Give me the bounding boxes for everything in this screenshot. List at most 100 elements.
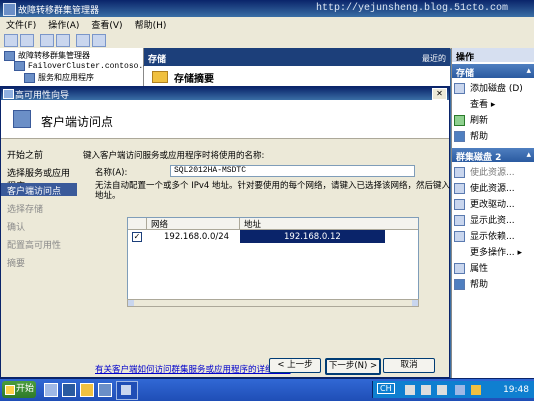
name-input[interactable]: SQL2012HA-MSDTC [170, 165, 415, 177]
add-disk-icon [454, 83, 465, 94]
menu-action[interactable]: 操作(A) [42, 17, 85, 32]
action-show-dependency[interactable]: 显示依赖... [454, 229, 515, 242]
storage-summary-title: 存储摘要 [174, 74, 214, 85]
step-configure: 配置高可用性 [7, 241, 62, 251]
actions-pane: 操作 存储 ▴ 添加磁盘 (D) 查看 ▸ 刷新 帮助 群集磁盘 2 ▴ 使此资源.… [451, 48, 534, 378]
forward-icon[interactable] [20, 34, 34, 47]
up-folder-icon[interactable] [40, 34, 54, 47]
actions-header: 操作 [452, 48, 534, 63]
cluster-icon [14, 61, 25, 71]
wizard-buttons: < 上一步 下一步(N) > 取消 [83, 358, 443, 375]
center-header-title: 存储 [148, 55, 167, 65]
center-header-recent: 最近的 [422, 54, 446, 63]
toolbar [0, 31, 534, 49]
resource-online-icon [454, 167, 465, 178]
scroll-right-icon[interactable] [412, 300, 418, 306]
menu-help[interactable]: 帮助(H) [129, 17, 173, 32]
system-tray: CH 19:48 [372, 381, 534, 398]
tree-cluster[interactable]: FailoverCluster.contoso.com [14, 61, 158, 71]
active-window-button[interactable] [116, 381, 138, 400]
view-icon [454, 99, 465, 110]
show-report-icon [454, 215, 465, 226]
language-indicator[interactable]: CH [377, 383, 395, 394]
action-resource-online[interactable]: 使此资源... [454, 165, 515, 178]
collapse-up-icon-2: ▴ [526, 150, 531, 160]
action-properties[interactable]: 属性 [454, 261, 488, 274]
next-button[interactable]: 下一步(N) > [325, 358, 381, 375]
wizard-header: 客户端访问点 [1, 100, 449, 139]
tree-services[interactable]: 服务和应用程序 [24, 72, 94, 83]
network-tray-icon[interactable] [455, 385, 465, 395]
cluster-manager-taskbar-icon[interactable] [98, 383, 112, 397]
storage-summary-header: 存储摘要 [144, 66, 450, 86]
drive-icon [454, 199, 465, 210]
menu-file[interactable]: 文件(F) [0, 17, 42, 32]
network-table: 网络 地址 ✓ 192.168.0.0/24 192.168.0.12 [127, 217, 419, 301]
wizard-page-title: 客户端访问点 [41, 115, 114, 129]
prev-button[interactable]: < 上一步 [269, 358, 321, 373]
action-help-1[interactable]: 帮助 [454, 129, 488, 142]
step-confirmation: 确认 [7, 223, 26, 233]
wizard-titlebar: 高可用性向导 ✕ [1, 87, 449, 101]
actions-storage-header[interactable]: 存储 ▴ [452, 64, 534, 79]
step-before-you-begin[interactable]: 开始之前 [1, 147, 77, 161]
tray-icon-2[interactable] [421, 385, 431, 395]
help-icon-2 [454, 279, 465, 290]
show-tree-icon[interactable] [56, 34, 70, 47]
name-label: 名称(A): [95, 168, 128, 178]
properties-toolbar-icon[interactable] [92, 34, 106, 47]
wizard-content: 键入客户端访问服务或应用程序时将使用的名称: 名称(A): SQL2012HA-… [83, 139, 450, 375]
folder-icon [152, 71, 168, 83]
tree-root[interactable]: 故障转移群集管理器 [4, 50, 90, 61]
main-window-titlebar: 故障转移群集管理器 http://yejunsheng.blog.51cto.c… [0, 0, 534, 17]
submenu-arrow-icon-2: ▸ [517, 248, 522, 258]
action-add-disk[interactable]: 添加磁盘 (D) [454, 81, 523, 94]
explorer-icon[interactable] [80, 383, 94, 397]
step-select-storage: 选择存储 [7, 205, 44, 215]
help-icon [454, 131, 465, 142]
action-help-2[interactable]: 帮助 [454, 277, 488, 290]
volume-tray-icon[interactable] [471, 385, 481, 395]
action-more[interactable]: 更多操作... ▸ [454, 245, 522, 258]
clock[interactable]: 19:48 [503, 385, 529, 395]
tree-services-label: 服务和应用程序 [38, 73, 94, 82]
step-client-access-point[interactable]: 客户端访问点 [1, 183, 77, 197]
address-cell[interactable]: 192.168.0.12 [240, 230, 385, 243]
collapse-up-icon: ▴ [526, 66, 531, 76]
properties-icon [454, 263, 465, 274]
main-window-title: 故障转移群集管理器 [18, 6, 100, 16]
help-toolbar-icon[interactable] [76, 34, 90, 47]
cluster-manager-icon [3, 3, 16, 16]
action-change-drive[interactable]: 更改驱动... [454, 197, 515, 210]
tray-icon-3[interactable] [437, 385, 447, 395]
action-resource-offline[interactable]: 使此资源... [454, 181, 515, 194]
powershell-icon[interactable] [62, 383, 76, 397]
network-note-line1: 无法自动配置一个或多个 IPv4 地址。针对要使用的每个网络，请键入已选择该网络… [95, 181, 450, 191]
resource-offline-icon [454, 183, 465, 194]
start-button[interactable]: 开始 [2, 381, 36, 398]
table-header-address[interactable]: 地址 [240, 218, 418, 230]
close-icon[interactable]: ✕ [432, 88, 447, 100]
tray-icon-1[interactable] [405, 385, 415, 395]
network-checkbox[interactable]: ✓ [132, 232, 142, 242]
tree-root-label: 故障转移群集管理器 [18, 51, 90, 60]
action-view[interactable]: 查看 ▸ [454, 97, 495, 110]
windows-logo-icon [5, 385, 15, 395]
server-manager-icon[interactable] [44, 383, 58, 397]
step-summary: 摘要 [7, 259, 26, 269]
table-horizontal-scrollbar[interactable] [127, 299, 419, 307]
step-select-service[interactable]: 选择服务或应用程序 [1, 165, 77, 192]
action-refresh[interactable]: 刷新 [454, 113, 488, 126]
actions-disk-header[interactable]: 群集磁盘 2 ▴ [452, 148, 534, 163]
more-actions-icon [454, 247, 465, 258]
menu-bar: 文件(F) 操作(A) 查看(V) 帮助(H) [0, 17, 534, 31]
back-icon[interactable] [4, 34, 18, 47]
cancel-button[interactable]: 取消 [383, 358, 435, 373]
table-row[interactable]: ✓ 192.168.0.0/24 192.168.0.12 [128, 230, 418, 243]
menu-view[interactable]: 查看(V) [85, 17, 128, 32]
action-show-resource[interactable]: 显示此资... [454, 213, 515, 226]
watermark-text: http://yejunsheng.blog.51cto.com [316, 3, 509, 14]
active-window-icon [121, 385, 131, 395]
table-header-network[interactable]: 网络 [147, 218, 240, 230]
scroll-left-icon[interactable] [128, 300, 134, 306]
